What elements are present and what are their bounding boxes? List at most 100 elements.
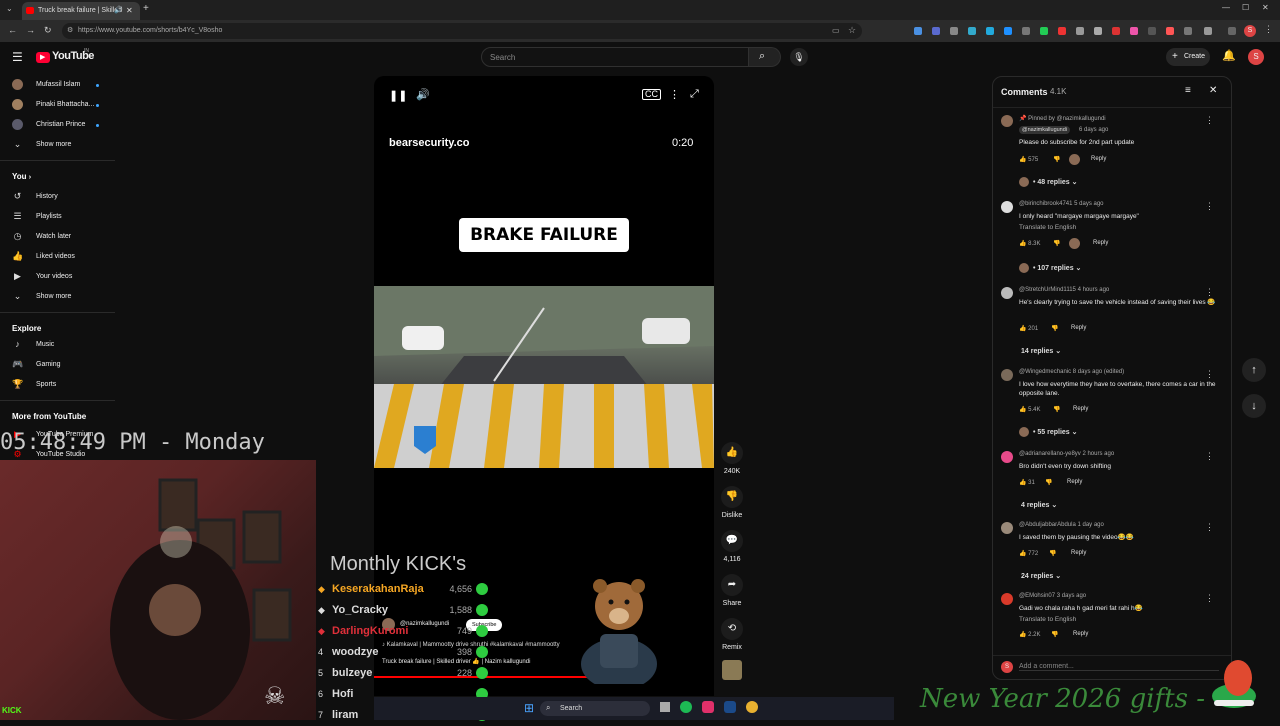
commenter-avatar[interactable] bbox=[1001, 593, 1013, 605]
site-info-icon[interactable]: ⚙ bbox=[67, 26, 73, 34]
replies-toggle[interactable]: 4 replies ⌄ bbox=[1021, 501, 1057, 509]
profile-avatar[interactable]: S bbox=[1244, 25, 1256, 37]
extension-icon[interactable] bbox=[1148, 27, 1156, 35]
hamburger-menu-icon[interactable]: ☰ bbox=[12, 50, 23, 64]
extension-icon[interactable] bbox=[1004, 27, 1012, 35]
task-view-icon[interactable] bbox=[660, 702, 670, 712]
more-options-icon[interactable]: ⋮ bbox=[669, 88, 680, 101]
like-comment-icon[interactable]: 👍 31 bbox=[1019, 479, 1035, 486]
cast-icon[interactable]: ▭ bbox=[832, 26, 840, 35]
comment-author[interactable]: @adrianarellano-ye8yv 2 hours ago bbox=[1019, 451, 1114, 457]
tab-search-icon[interactable]: ⌄ bbox=[6, 4, 13, 13]
close-tab-icon[interactable]: ✕ bbox=[126, 6, 133, 15]
reply-button[interactable]: Reply bbox=[1073, 406, 1088, 412]
dislike-button[interactable]: 👎 Dislike bbox=[720, 486, 744, 519]
show-more-subscriptions[interactable]: ⌄ Show more bbox=[0, 136, 115, 154]
commenter-avatar[interactable] bbox=[1001, 115, 1013, 127]
like-comment-icon[interactable]: 👍 8.3K bbox=[1019, 240, 1040, 247]
translate-link[interactable]: Translate to English bbox=[1019, 224, 1076, 231]
comment-more-icon[interactable]: ⋮ bbox=[1205, 593, 1214, 604]
steam-icon[interactable] bbox=[724, 701, 736, 713]
taskbar-search[interactable]: ⌕ Search bbox=[540, 701, 650, 716]
maximize-icon[interactable]: ☐ bbox=[1242, 3, 1249, 12]
url-field[interactable]: ⚙ https://www.youtube.com/shorts/b4Yc_V8… bbox=[62, 23, 862, 39]
commenter-avatar[interactable] bbox=[1001, 451, 1013, 463]
downloads-icon[interactable] bbox=[1228, 27, 1236, 35]
chrome-icon[interactable] bbox=[746, 701, 758, 713]
sidebar-item-playlists[interactable]: ☰ Playlists bbox=[0, 208, 115, 226]
sidebar-item-your-videos[interactable]: ▶ Your videos bbox=[0, 268, 115, 286]
app-icon[interactable] bbox=[702, 701, 714, 713]
extension-icon[interactable] bbox=[1058, 27, 1066, 35]
translate-link[interactable]: Translate to English bbox=[1019, 616, 1076, 623]
dislike-comment-icon[interactable]: 👎 bbox=[1053, 156, 1060, 163]
extension-icon[interactable] bbox=[1112, 27, 1120, 35]
microphone-icon[interactable]: 🎙 bbox=[790, 48, 808, 66]
next-short-arrow-icon[interactable]: ↓ bbox=[1242, 394, 1266, 418]
like-comment-icon[interactable]: 👍 2.2K bbox=[1019, 631, 1040, 638]
spotify-icon[interactable] bbox=[680, 701, 692, 713]
close-icon[interactable]: ✕ bbox=[1209, 85, 1217, 96]
create-button[interactable]: + Create bbox=[1166, 48, 1210, 66]
extension-icon[interactable] bbox=[932, 27, 940, 35]
reply-button[interactable]: Reply bbox=[1071, 550, 1086, 556]
dislike-comment-icon[interactable]: 👎 bbox=[1045, 479, 1052, 486]
windows-start-icon[interactable]: ⊞ bbox=[524, 701, 534, 715]
back-icon[interactable]: ← bbox=[8, 25, 17, 35]
extension-icon[interactable] bbox=[1166, 27, 1174, 35]
show-more-you[interactable]: ⌄ Show more bbox=[0, 288, 115, 306]
reply-button[interactable]: Reply bbox=[1091, 156, 1106, 162]
dislike-comment-icon[interactable]: 👎 bbox=[1053, 240, 1060, 247]
browser-tab[interactable]: Truck break failure | Skilled 🔊 ✕ bbox=[22, 2, 140, 20]
sidebar-item-liked-videos[interactable]: 👍 Liked videos bbox=[0, 248, 115, 266]
previous-short-arrow-icon[interactable]: ↑ bbox=[1242, 358, 1266, 382]
extension-icon[interactable] bbox=[950, 27, 958, 35]
sidebar-item-gaming[interactable]: 🎮 Gaming bbox=[0, 356, 115, 374]
pause-icon[interactable]: ❚❚ bbox=[389, 89, 407, 102]
reply-button[interactable]: Reply bbox=[1093, 240, 1108, 246]
speaker-icon[interactable]: 🔊 bbox=[114, 6, 123, 14]
comment-more-icon[interactable]: ⋮ bbox=[1205, 115, 1214, 126]
comments-button[interactable]: 💬 4,116 bbox=[720, 530, 744, 563]
extension-icon[interactable] bbox=[1130, 27, 1138, 35]
sidebar-item-subscription[interactable]: Pinaki Bhattacha... bbox=[0, 96, 115, 114]
bookmark-star-icon[interactable]: ☆ bbox=[848, 25, 856, 36]
close-window-icon[interactable]: ✕ bbox=[1262, 3, 1269, 12]
sidebar-item-sports[interactable]: 🏆 Sports bbox=[0, 376, 115, 394]
search-button[interactable]: ⌕ bbox=[749, 47, 781, 67]
reply-button[interactable]: Reply bbox=[1073, 631, 1088, 637]
minimize-icon[interactable]: — bbox=[1222, 3, 1230, 12]
reply-button[interactable]: Reply bbox=[1071, 325, 1086, 331]
new-tab-icon[interactable]: + bbox=[143, 3, 149, 14]
youtube-logo[interactable]: ▶ YouTube IN bbox=[36, 48, 116, 66]
extension-icon[interactable] bbox=[1076, 27, 1084, 35]
sidebar-item-history[interactable]: ↺ History bbox=[0, 188, 115, 206]
extension-icon[interactable] bbox=[968, 27, 976, 35]
comment-author[interactable]: @nazimkallugundi bbox=[1019, 126, 1071, 134]
extension-icon[interactable] bbox=[914, 27, 922, 35]
like-comment-icon[interactable]: 👍 772 bbox=[1019, 550, 1038, 557]
search-input[interactable]: Search bbox=[481, 47, 749, 67]
sound-thumbnail[interactable] bbox=[722, 660, 742, 680]
fullscreen-icon[interactable]: ⤢ bbox=[690, 88, 699, 101]
dislike-comment-icon[interactable]: 👎 bbox=[1049, 550, 1056, 557]
like-comment-icon[interactable]: 👍 201 bbox=[1019, 325, 1038, 332]
dislike-comment-icon[interactable]: 👎 bbox=[1051, 631, 1058, 638]
extension-icon[interactable] bbox=[1094, 27, 1102, 35]
sidebar-item-music[interactable]: ♪ Music bbox=[0, 336, 115, 354]
forward-icon[interactable]: → bbox=[26, 25, 35, 35]
remix-button[interactable]: ⟲ Remix bbox=[720, 618, 744, 651]
dislike-comment-icon[interactable]: 👎 bbox=[1051, 325, 1058, 332]
extensions-puzzle-icon[interactable] bbox=[1204, 27, 1212, 35]
notifications-bell-icon[interactable]: 🔔 bbox=[1222, 49, 1236, 62]
comment-more-icon[interactable]: ⋮ bbox=[1205, 201, 1214, 212]
sidebar-item-subscription[interactable]: Christian Prince bbox=[0, 116, 115, 134]
comment-author[interactable]: @Wingedmechanic 8 days ago (edited) bbox=[1019, 369, 1124, 375]
captions-icon[interactable]: CC bbox=[642, 89, 661, 100]
replies-toggle[interactable]: • 107 replies ⌄ bbox=[1033, 264, 1081, 272]
menu-dots-icon[interactable]: ⋮ bbox=[1264, 24, 1273, 35]
volume-icon[interactable]: 🔊 bbox=[416, 88, 430, 101]
commenter-avatar[interactable] bbox=[1001, 201, 1013, 213]
commenter-avatar[interactable] bbox=[1001, 522, 1013, 534]
reply-button[interactable]: Reply bbox=[1067, 479, 1082, 485]
